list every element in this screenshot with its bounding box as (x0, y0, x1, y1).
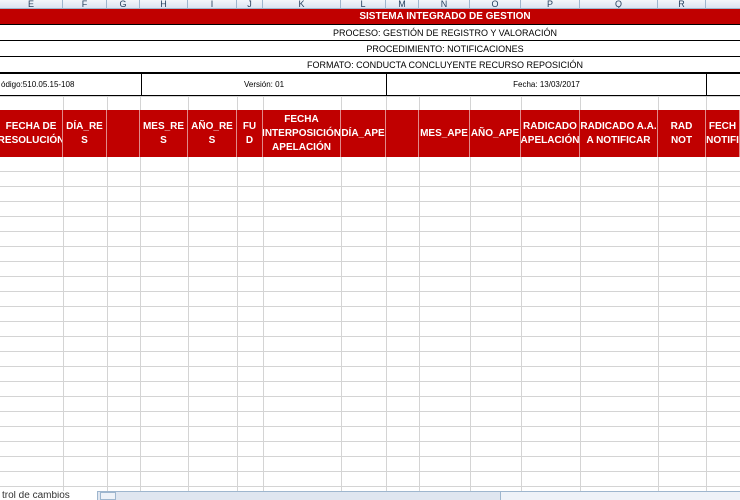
grid-hline (0, 261, 740, 262)
code-cell[interactable]: ódigo:510.05.15-108 (0, 73, 142, 96)
date-cell[interactable]: Fecha: 13/03/2017 (386, 73, 707, 96)
grid-hline (0, 216, 740, 217)
column-header-f[interactable]: F (63, 0, 107, 8)
grid-hline (0, 426, 740, 427)
header-cell[interactable]: MES_APE (419, 110, 470, 157)
column-header-k[interactable]: K (263, 0, 341, 8)
grid-hline (0, 321, 740, 322)
grid-hline (0, 336, 740, 337)
grid-hline (0, 186, 740, 187)
grid-hline (0, 171, 740, 172)
column-header-h[interactable]: H (140, 0, 188, 8)
grid-hline (0, 291, 740, 292)
process-label[interactable]: PROCESO: GESTIÓN DE REGISTRO Y VALORACIÓ… (0, 25, 740, 41)
header-cell[interactable]: FECHA INTERPOSICIÓN APELACIÓN (263, 110, 341, 157)
column-header-m[interactable]: M (386, 0, 419, 8)
version-cell[interactable]: Versión: 01 (141, 73, 387, 96)
header-cell[interactable]: RADICADO APELACIÓN (521, 110, 580, 157)
grid-hline (0, 411, 740, 412)
grid-hline (0, 471, 740, 472)
header-cell[interactable] (386, 110, 419, 157)
header-cell[interactable]: AÑO_APE (470, 110, 521, 157)
column-header-q[interactable]: Q (580, 0, 658, 8)
header-cell[interactable]: RAD NOT (658, 110, 706, 157)
header-cell[interactable]: DÍA_RE S (63, 110, 107, 157)
column-header-j[interactable]: J (237, 0, 263, 8)
blank-meta-cell[interactable] (706, 73, 740, 96)
header-cell[interactable]: FU D (237, 110, 263, 157)
header-cell[interactable] (107, 110, 140, 157)
header-cell[interactable]: RADICADO A.A. A NOTIFICAR (580, 110, 658, 157)
column-header-p[interactable]: P (521, 0, 580, 8)
column-header-n[interactable]: N (419, 0, 470, 8)
column-header-i[interactable]: I (188, 0, 237, 8)
table-header-row: FECHA DE RESOLUCIÓN DÍA_RE S MES_RE S AÑO_R… (0, 110, 740, 157)
grid-hline (0, 246, 740, 247)
column-header-l[interactable]: L (341, 0, 386, 8)
column-header-e[interactable]: E (0, 0, 63, 8)
grid-hline (0, 96, 740, 97)
header-cell[interactable]: FECH NOTIFI (706, 110, 740, 157)
grid-hline (0, 456, 740, 457)
grid-hline (0, 351, 740, 352)
procedure-label[interactable]: PROCEDIMIENTO: NOTIFICACIONES (0, 41, 740, 57)
system-title[interactable]: SISTEMA INTEGRADO DE GESTION (0, 9, 740, 25)
header-cell[interactable]: AÑO_RE S (188, 110, 237, 157)
header-cell[interactable]: DÍA_APE (341, 110, 386, 157)
grid-hline (0, 276, 740, 277)
horizontal-scrollbar[interactable] (500, 492, 740, 500)
header-cell[interactable]: FECHA DE RESOLUCIÓN (0, 110, 63, 157)
column-header-g[interactable]: G (107, 0, 140, 8)
grid-hline (0, 441, 740, 442)
header-cell[interactable]: MES_RE S (140, 110, 188, 157)
grid-hline (0, 396, 740, 397)
grid-hline (0, 231, 740, 232)
column-header-o[interactable]: O (470, 0, 521, 8)
column-header-bar: EFGHIJKLMNOPQR (0, 0, 740, 9)
grid-hline (0, 381, 740, 382)
sheet-tab[interactable]: trol de cambios (0, 491, 98, 500)
insert-sheet-button[interactable] (100, 492, 116, 500)
grid-hline (0, 486, 740, 487)
grid-hline (0, 201, 740, 202)
meta-row: ódigo:510.05.15-108 Versión: 01 Fecha: 1… (0, 73, 740, 96)
column-header-r[interactable]: R (658, 0, 706, 8)
grid-hline (0, 366, 740, 367)
grid-hline (0, 306, 740, 307)
format-label[interactable]: FORMATO: CONDUCTA CONCLUYENTE RECURSO RE… (0, 57, 740, 73)
